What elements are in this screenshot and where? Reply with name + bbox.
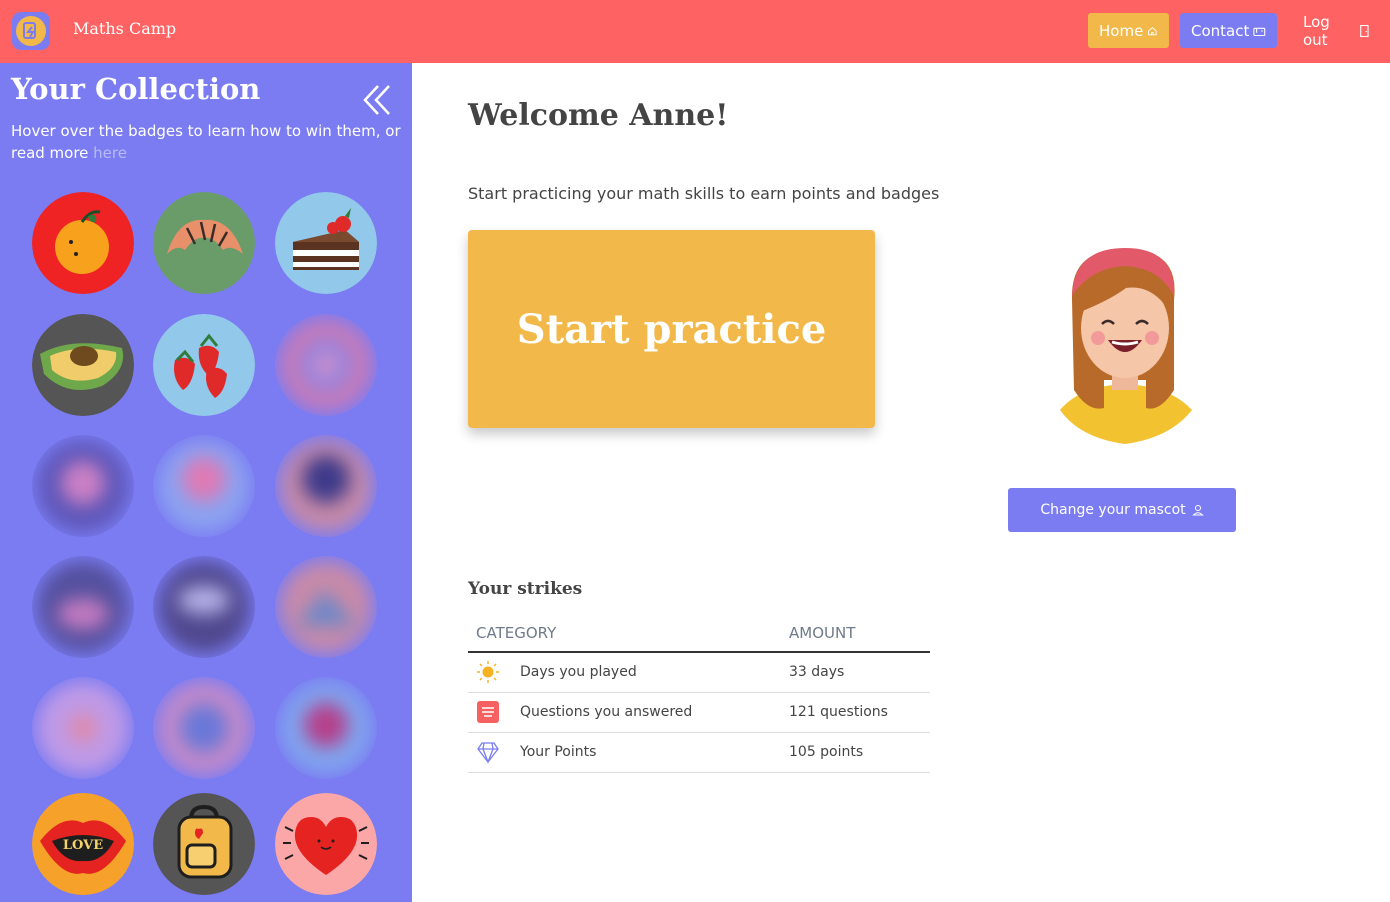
- locked-badge-icon: [158, 682, 250, 774]
- table-row: Your Points 105 points: [468, 732, 930, 773]
- badge-orange[interactable]: [32, 192, 134, 294]
- row-icon-cell: [468, 732, 520, 773]
- badge-locked-6[interactable]: [153, 556, 255, 658]
- table-row: Days you played 33 days: [468, 652, 930, 693]
- badge-avocado[interactable]: [32, 314, 134, 416]
- strikes-heading: Your strikes: [468, 579, 583, 599]
- top-navbar: Maths Camp Home Contact Log out: [0, 0, 1390, 63]
- logout-button[interactable]: Log out: [1292, 12, 1382, 49]
- badge-strawberries[interactable]: [153, 314, 255, 416]
- badge-locked-2[interactable]: [32, 435, 134, 537]
- user-icon: [1191, 505, 1204, 516]
- cake-icon: [275, 192, 377, 294]
- locked-badge-icon: [158, 561, 250, 653]
- change-mascot-button[interactable]: Change your mascot: [1008, 488, 1236, 532]
- lips-text: LOVE: [63, 838, 103, 853]
- collection-help: Hover over the badges to learn how to wi…: [11, 120, 401, 164]
- home-label: Home: [1099, 21, 1144, 40]
- badge-locked-8[interactable]: [32, 677, 134, 779]
- locked-badge-icon: [280, 561, 372, 653]
- row-category: Days you played: [520, 652, 789, 693]
- contact-label: Contact: [1191, 21, 1250, 40]
- mascot-avatar: [1060, 248, 1192, 444]
- heart-icon: [275, 793, 377, 895]
- row-category: Questions you answered: [520, 692, 789, 733]
- contact-button[interactable]: Contact: [1180, 13, 1277, 48]
- locked-badge-icon: [37, 682, 129, 774]
- croissant-icon: [153, 192, 255, 294]
- strikes-table: CATEGORY AMOUNT Days you played 33 days: [468, 614, 930, 773]
- badge-locked-10[interactable]: [275, 677, 377, 779]
- sun-icon: [477, 661, 499, 684]
- app-logo[interactable]: [12, 12, 50, 50]
- locked-badge-icon: [280, 319, 372, 411]
- locked-badge-icon: [37, 440, 129, 532]
- start-practice-button[interactable]: Start practice: [468, 230, 875, 428]
- strawberries-icon: [153, 314, 255, 416]
- badge-locked-1[interactable]: [275, 314, 377, 416]
- row-icon-cell: [468, 652, 520, 693]
- questions-icon: [477, 701, 499, 723]
- diamond-icon: [477, 742, 499, 764]
- badge-locked-9[interactable]: [153, 677, 255, 779]
- row-category: Your Points: [520, 732, 789, 773]
- mailbox-icon: [1253, 27, 1266, 36]
- row-amount: 105 points: [789, 732, 930, 773]
- app-title: Maths Camp: [73, 19, 177, 38]
- badge-lips[interactable]: LOVE: [32, 793, 134, 895]
- badge-locked-4[interactable]: [275, 435, 377, 537]
- row-amount: 33 days: [789, 652, 930, 693]
- badge-croissant[interactable]: [153, 192, 255, 294]
- calculator-icon: [16, 16, 46, 46]
- badge-locked-3[interactable]: [153, 435, 255, 537]
- change-mascot-label: Change your mascot: [1040, 502, 1186, 518]
- locked-badge-icon: [37, 561, 129, 653]
- logout-label: Log out: [1303, 12, 1330, 49]
- column-amount: AMOUNT: [789, 614, 930, 653]
- lips-icon: LOVE: [32, 793, 134, 895]
- door-icon: [1360, 24, 1369, 37]
- strikes-header-row: CATEGORY AMOUNT: [468, 614, 930, 653]
- collection-help-text: Hover over the badges to learn how to wi…: [11, 122, 401, 162]
- locked-badge-icon: [280, 440, 372, 532]
- home-icon: [1148, 26, 1157, 35]
- collection-title: Your Collection: [11, 72, 261, 106]
- row-icon-cell: [468, 692, 520, 733]
- locked-badge-icon: [280, 682, 372, 774]
- badge-cake[interactable]: [275, 192, 377, 294]
- table-row: Questions you answered 121 questions: [468, 692, 930, 733]
- intro-text: Start practicing your math skills to ear…: [468, 184, 940, 203]
- backpack-icon: [153, 793, 255, 895]
- column-category: CATEGORY: [468, 614, 789, 653]
- double-chevron-left-icon[interactable]: [362, 82, 392, 118]
- badge-locked-5[interactable]: [32, 556, 134, 658]
- collection-sidebar: Your Collection Hover over the badges to…: [0, 63, 412, 902]
- badge-backpack[interactable]: [153, 793, 255, 895]
- start-practice-label: Start practice: [516, 305, 827, 353]
- avocado-icon: [32, 314, 134, 416]
- badge-heart[interactable]: [275, 793, 377, 895]
- row-amount: 121 questions: [789, 692, 930, 733]
- read-more-link[interactable]: here: [93, 144, 127, 162]
- locked-badge-icon: [158, 440, 250, 532]
- badge-locked-7[interactable]: [275, 556, 377, 658]
- welcome-heading: Welcome Anne!: [468, 98, 729, 133]
- orange-icon: [32, 192, 134, 294]
- home-button[interactable]: Home: [1088, 13, 1169, 48]
